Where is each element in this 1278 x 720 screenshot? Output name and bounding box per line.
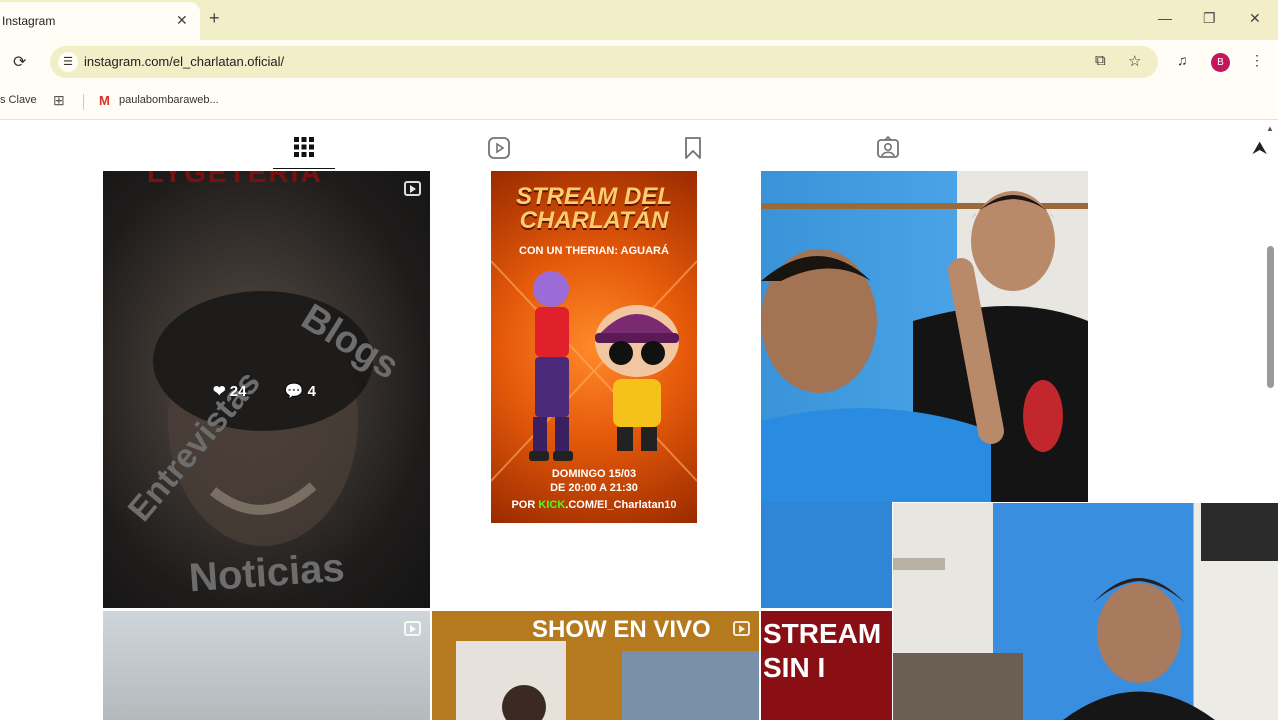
- scroll-up-icon[interactable]: ▲: [1266, 124, 1274, 133]
- post-2-time: DE 20:00 A 21:30: [550, 482, 638, 494]
- posts-grid-tab[interactable]: [293, 136, 315, 164]
- post-3-lower-area: [761, 502, 892, 608]
- new-tab-icon[interactable]: +: [209, 8, 220, 29]
- webcam-scene: [893, 503, 1278, 720]
- reel-icon: [404, 181, 421, 196]
- url-text[interactable]: instagram.com/el_charlatan.oficial/: [84, 54, 284, 69]
- post-5-title: SHOW EN VIVO: [532, 616, 711, 643]
- tagged-icon: [877, 135, 899, 158]
- post-2-tile[interactable]: STREAM DEL CHARLATÁN CON UN THERIAN: AGU…: [491, 171, 697, 523]
- browser-toolbar: ⟳ ☰ instagram.com/el_charlatan.oficial/ …: [0, 40, 1278, 84]
- address-bar[interactable]: ☰ instagram.com/el_charlatan.oficial/ ⧉ …: [50, 46, 1158, 78]
- site-info-icon[interactable]: ☰: [58, 52, 78, 72]
- bookmark-separator: [83, 94, 84, 110]
- post-2-date: DOMINGO 15/03 DE 20:00 A 21:30: [491, 467, 697, 495]
- post-2-kick-link: POR KICK.COM/El_Charlatan10: [491, 499, 697, 511]
- bookmark-item[interactable]: s Clave: [0, 94, 37, 106]
- tagged-tab[interactable]: [876, 135, 900, 166]
- post-3-photo: [761, 191, 1088, 502]
- close-window-icon[interactable]: ✕: [1249, 10, 1261, 27]
- restore-icon[interactable]: ❐: [1203, 10, 1216, 27]
- comment-icon: 💬: [284, 383, 304, 400]
- instagram-profile-page: ⮝ LYGETERIA Blogs Entrevistas Noticias ❤…: [0, 120, 1278, 720]
- tab-title: Instagram: [2, 14, 56, 28]
- post-4-tile[interactable]: [103, 611, 430, 720]
- post-2-character-charlatan: [595, 305, 679, 451]
- active-tab-indicator: [273, 168, 335, 169]
- webcam-overlay: [893, 503, 1278, 720]
- reels-tab[interactable]: [487, 136, 511, 166]
- post-3-tile[interactable]: [761, 171, 1088, 502]
- post-1-stats: ❤ 24 💬 4: [213, 382, 316, 400]
- reload-icon[interactable]: ⟳: [13, 52, 26, 72]
- post-6-tile[interactable]: STREAM SIN I: [761, 611, 892, 720]
- post-5-tile[interactable]: SHOW EN VIVO: [432, 611, 759, 720]
- page-scrollbar[interactable]: ▲: [1264, 124, 1278, 720]
- kick-prefix: POR: [511, 499, 539, 511]
- post-6-title: STREAM SIN I: [763, 618, 882, 683]
- scroll-thumb[interactable]: [1267, 246, 1274, 388]
- saved-icon: [685, 137, 701, 159]
- post-1-title: LYGETERIA: [147, 171, 323, 188]
- bookmarks-bar: s Clave ⊞ M paulabombaraweb...: [0, 84, 1278, 120]
- comments-count: 4: [307, 383, 316, 400]
- menu-icon[interactable]: ⋮: [1250, 52, 1264, 69]
- minimize-icon[interactable]: —: [1158, 10, 1172, 26]
- profile-avatar[interactable]: B: [1211, 53, 1230, 72]
- kick-brand: KICK: [538, 499, 566, 511]
- post-2-title: STREAM DEL CHARLATÁN: [516, 183, 672, 234]
- likes-count: 24: [229, 383, 247, 400]
- post-1-tile[interactable]: LYGETERIA Blogs Entrevistas Noticias ❤ 2…: [103, 171, 430, 608]
- saved-tab[interactable]: [683, 136, 703, 166]
- bookmark-star-icon[interactable]: ☆: [1128, 52, 1141, 70]
- install-app-icon[interactable]: ⧉: [1095, 52, 1106, 69]
- reels-icon: [488, 137, 510, 159]
- media-control-icon[interactable]: ♫: [1177, 52, 1188, 68]
- bookmark-item[interactable]: paulabombaraweb...: [119, 94, 219, 106]
- post-2-day: DOMINGO 15/03: [551, 468, 637, 480]
- gmail-icon: M: [99, 93, 110, 108]
- post-2-character-wolf: [529, 271, 573, 461]
- browser-tab[interactable]: Instagram ✕: [0, 2, 200, 40]
- reel-icon: [733, 621, 750, 636]
- kick-path: .COM/El_Charlatan10: [565, 499, 677, 511]
- reel-icon: [404, 621, 421, 636]
- apps-grid-icon[interactable]: ⊞: [53, 92, 65, 109]
- tab-strip: Instagram ✕ + — ❐ ✕: [0, 0, 1278, 40]
- close-tab-icon[interactable]: ✕: [176, 12, 188, 29]
- grid-icon: [294, 137, 314, 157]
- post-2-subtitle: CON UN THERIAN: AGUARÁ: [519, 245, 669, 257]
- heart-icon: ❤: [213, 383, 226, 400]
